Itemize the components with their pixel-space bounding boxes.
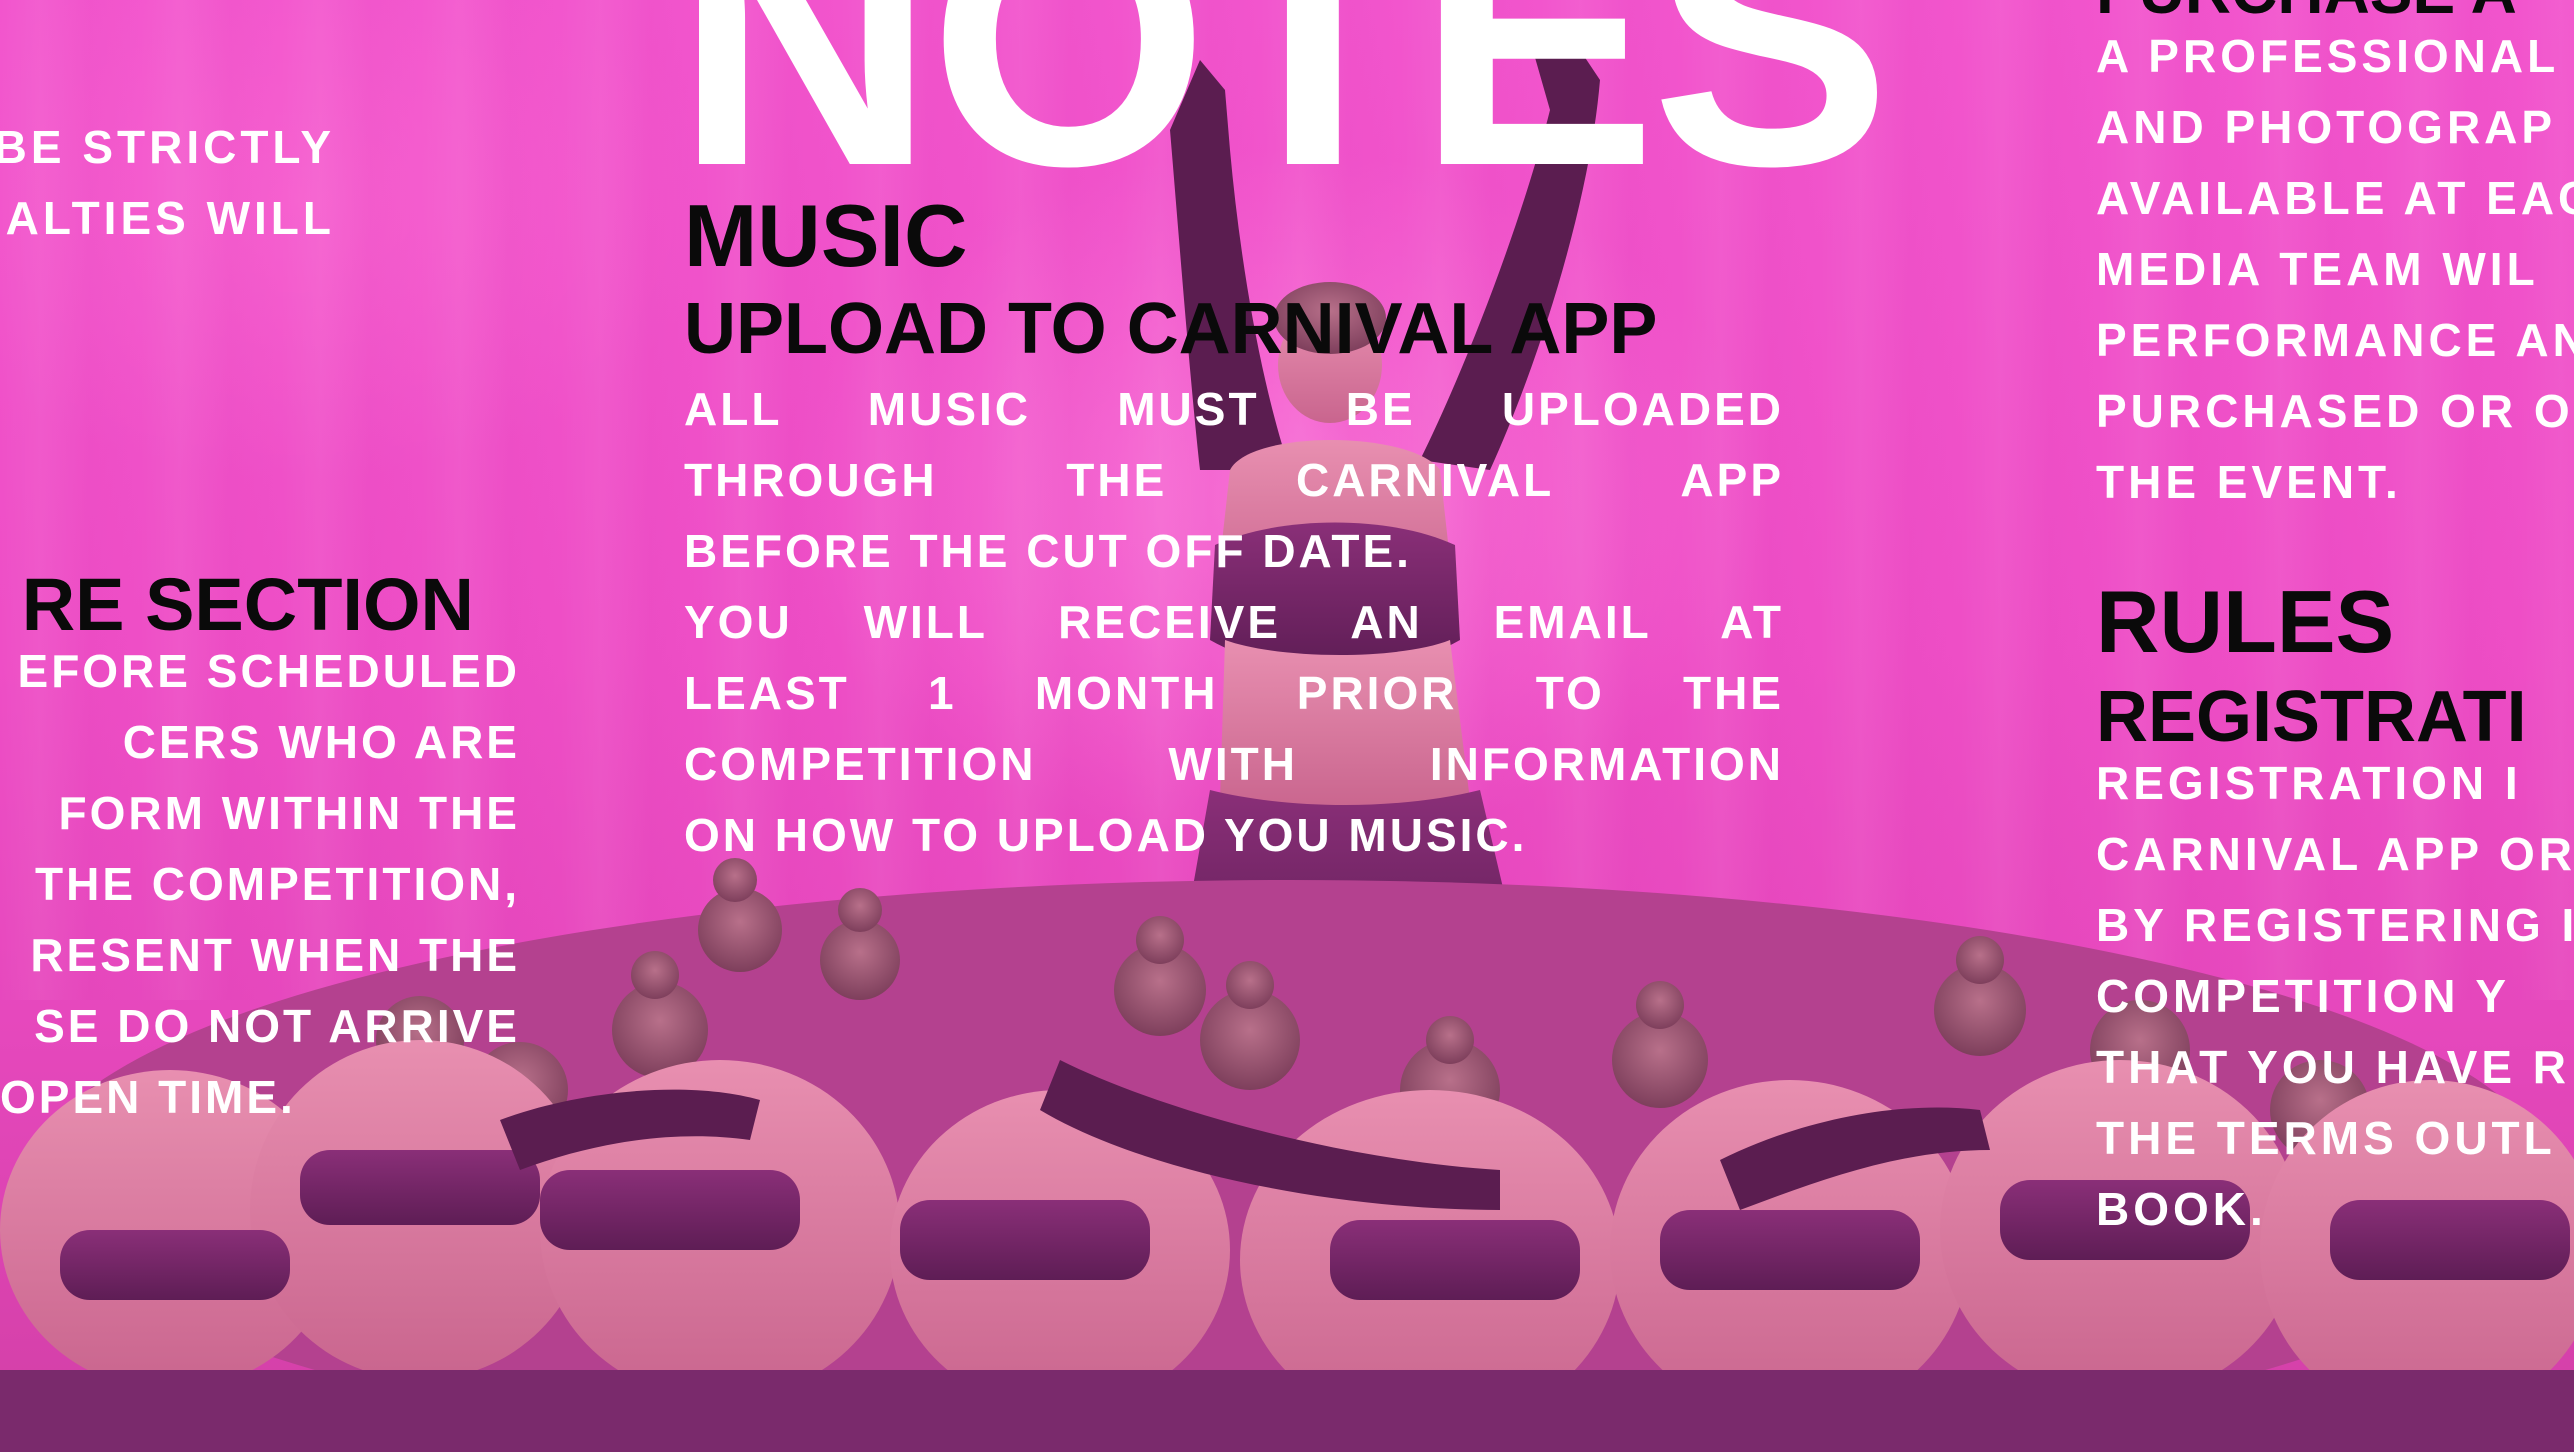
- left-body-line: OPEN TIME.: [0, 1071, 296, 1123]
- left-intro: BE STRICTLY NALTIES WILL: [0, 112, 530, 254]
- rules-body-line: REGISTRATION I: [2096, 756, 2522, 809]
- left-body-line: FORM WITHIN THE: [58, 787, 520, 839]
- rules-body-line: COMPETITION Y: [2096, 969, 2511, 1022]
- rules-heading: RULES: [2096, 572, 2395, 671]
- purchase-body-line: AVAILABLE AT EAC: [2096, 172, 2574, 225]
- music-body-line: LEAST 1 MONTH PRIOR TO THE: [684, 666, 1784, 719]
- rules-body-line: CARNIVAL APP OR: [2096, 827, 2574, 880]
- left-body-line: EFORE SCHEDULED: [17, 645, 520, 697]
- poster-page: NOTES BE STRICTLY NALTIES WILL RE SECTIO…: [0, 0, 2574, 1452]
- purchase-body-line: AND PHOTOGRAP: [2096, 101, 2557, 154]
- right-column: PURCHASE A A PROFESSIONAL AND PHOTOGRAP …: [2096, 0, 2574, 1300]
- music-heading: MUSIC: [684, 186, 968, 285]
- music-body-line: YOU WILL RECEIVE AN EMAIL AT: [684, 595, 1784, 648]
- music-body-line: THROUGH THE CARNIVAL APP: [684, 453, 1784, 506]
- music-body-line: ALL MUSIC MUST BE UPLOADED: [684, 382, 1784, 435]
- music-body-line: BEFORE THE CUT OFF DATE.: [684, 524, 1412, 577]
- left-body-line: SE DO NOT ARRIVE: [34, 1000, 520, 1052]
- music-body-line: ON HOW TO UPLOAD YOU MUSIC.: [684, 808, 1528, 861]
- left-body-line: RESENT WHEN THE: [30, 929, 520, 981]
- left-body-line: CERS WHO ARE: [122, 716, 520, 768]
- left-body-line: THE COMPETITION,: [35, 858, 520, 910]
- left-section-heading: RE SECTION: [21, 563, 474, 646]
- music-body-line: COMPETITION WITH INFORMATION: [684, 737, 1784, 790]
- purchase-body-line: PURCHASED OR O: [2096, 385, 2574, 438]
- left-section: RE SECTION EFORE SCHEDULED CERS WHO ARE …: [0, 568, 530, 1133]
- rules-section: RULES REGISTRATI REGISTRATION I CARNIVAL…: [2096, 578, 2574, 1245]
- left-column: BE STRICTLY NALTIES WILL RE SECTION EFOR…: [0, 0, 530, 1200]
- rules-body-line: BOOK.: [2096, 1182, 2267, 1235]
- music-body: ALL MUSIC MUST BE UPLOADED THROUGH THE C…: [684, 374, 1784, 871]
- rules-body-line: THE TERMS OUTL: [2096, 1111, 2556, 1164]
- rules-body: REGISTRATION I CARNIVAL APP OR BY REGIST…: [2096, 748, 2574, 1245]
- rules-body-line: BY REGISTERING I: [2096, 898, 2574, 951]
- left-intro-line: BE STRICTLY: [0, 121, 335, 173]
- rules-body-line: THAT YOU HAVE R: [2096, 1040, 2571, 1093]
- music-section: MUSIC UPLOAD TO CARNIVAL APP ALL MUSIC M…: [684, 192, 1784, 871]
- music-subheading: UPLOAD TO CARNIVAL APP: [684, 289, 1658, 369]
- purchase-section: PURCHASE A A PROFESSIONAL AND PHOTOGRAP …: [2096, 0, 2574, 518]
- purchase-body-line: THE EVENT.: [2096, 456, 2402, 509]
- left-intro-line: NALTIES WILL: [0, 192, 335, 244]
- purchase-body-line: A PROFESSIONAL: [2096, 30, 2560, 83]
- rules-subheading: REGISTRATI: [2096, 677, 2527, 757]
- purchase-body-line: PERFORMANCE AN: [2096, 314, 2574, 367]
- purchase-body: A PROFESSIONAL AND PHOTOGRAP AVAILABLE A…: [2096, 21, 2574, 518]
- purchase-body-line: MEDIA TEAM WIL: [2096, 243, 2539, 296]
